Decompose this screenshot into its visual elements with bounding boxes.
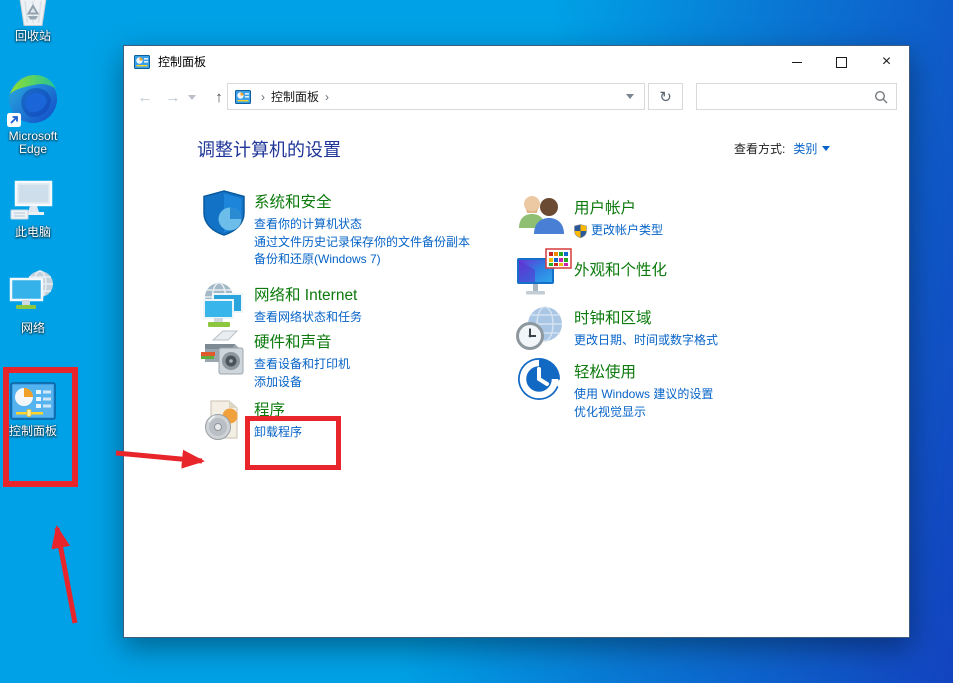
category-appearance-personalization: 外观和个性化 — [574, 261, 874, 280]
category-ease-of-access: 轻松使用 使用 Windows 建议的设置 优化视觉显示 — [574, 363, 874, 421]
recycle-bin-icon — [13, 0, 53, 27]
search-icon[interactable] — [874, 90, 888, 104]
desktop-icon-network[interactable]: 网络 — [1, 269, 65, 335]
category-title-network-internet[interactable]: 网络和 Internet — [254, 286, 554, 305]
title-bar[interactable]: 控制面板 × — [124, 46, 909, 78]
view-by-dropdown[interactable]: 类别 — [793, 140, 830, 157]
edge-icon — [7, 73, 59, 127]
control-panel-icon — [10, 382, 56, 422]
desktop-icon-label: 此电脑 — [15, 226, 51, 239]
view-by-value[interactable]: 类别 — [793, 140, 817, 157]
link-uninstall-program[interactable]: 卸载程序 — [254, 424, 554, 442]
task-link[interactable]: 更改日期、时间或数字格式 — [574, 332, 874, 350]
breadcrumb-control-panel-icon — [235, 89, 251, 105]
breadcrumb-separator: › — [261, 90, 265, 104]
category-title-system-security[interactable]: 系统和安全 — [254, 193, 554, 212]
task-link[interactable]: 查看网络状态和任务 — [254, 309, 554, 327]
navigation-bar: ← → ↑ › 控制面板 › ↻ — [124, 78, 909, 117]
task-link[interactable]: 查看设备和打印机 — [254, 356, 554, 374]
breadcrumb-root[interactable]: 控制面板 — [271, 88, 319, 105]
control-panel-window-icon — [134, 54, 150, 70]
network-icon — [9, 269, 57, 319]
window-title: 控制面板 — [158, 46, 206, 78]
desktop-icon-this-pc[interactable]: 此电脑 — [1, 179, 65, 239]
address-bar[interactable]: › 控制面板 › — [227, 83, 645, 110]
category-title-clock-region[interactable]: 时钟和区域 — [574, 309, 874, 328]
control-panel-window: 控制面板 × ← → ↑ › 控制面板 › ↻ — [123, 45, 910, 638]
category-hardware-sound: 硬件和声音 查看设备和打印机 添加设备 — [254, 333, 554, 391]
desktop-icon-label: 网络 — [21, 322, 45, 335]
programs-icon — [199, 396, 249, 446]
address-dropdown-chevron-icon[interactable] — [626, 94, 634, 99]
appearance-personalization-icon — [516, 248, 572, 300]
arrow-to-control-panel-icon — [57, 528, 75, 623]
search-input[interactable] — [697, 90, 874, 104]
desktop-icon-recycle-bin[interactable]: 回收站 — [1, 0, 65, 43]
category-user-accounts: 用户帐户 更改帐户类型 — [574, 199, 874, 240]
task-link[interactable]: 添加设备 — [254, 374, 554, 392]
category-network-internet: 网络和 Internet 查看网络状态和任务 — [254, 286, 554, 327]
caret-down-icon — [822, 146, 830, 151]
category-title-user-accounts[interactable]: 用户帐户 — [574, 199, 874, 218]
desktop-icon-label: 回收站 — [15, 30, 51, 43]
uac-shield-icon — [574, 224, 587, 238]
desktop-icon-label: Microsoft Edge — [1, 130, 65, 156]
user-accounts-icon — [516, 190, 566, 240]
view-by-label: 查看方式: — [734, 140, 785, 157]
category-title-hardware-sound[interactable]: 硬件和声音 — [254, 333, 554, 352]
minimize-button[interactable] — [774, 46, 819, 78]
category-title-programs[interactable]: 程序 — [254, 401, 554, 420]
task-link[interactable]: 使用 Windows 建议的设置 — [574, 386, 874, 404]
this-pc-icon — [10, 179, 56, 223]
category-clock-region: 时钟和区域 更改日期、时间或数字格式 — [574, 309, 874, 350]
desktop-icon-label: 控制面板 — [9, 425, 57, 438]
back-icon[interactable]: ← — [132, 78, 158, 116]
hardware-sound-icon — [199, 328, 249, 378]
ease-of-access-icon — [516, 356, 562, 402]
search-box — [696, 83, 897, 110]
page-title: 调整计算机的设置 — [197, 136, 341, 162]
task-link[interactable]: 查看你的计算机状态 — [254, 216, 554, 234]
security-shield-icon — [199, 188, 249, 238]
task-link[interactable]: 优化视觉显示 — [574, 404, 874, 422]
clock-region-icon — [516, 303, 566, 353]
recent-pages-chevron-icon[interactable] — [188, 95, 196, 100]
task-link[interactable]: 备份和还原(Windows 7) — [254, 251, 554, 269]
task-link[interactable]: 通过文件历史记录保存你的文件备份副本 — [254, 234, 554, 252]
category-title-appearance-personalization[interactable]: 外观和个性化 — [574, 261, 874, 280]
category-title-ease-of-access[interactable]: 轻松使用 — [574, 363, 874, 382]
maximize-button[interactable] — [819, 46, 864, 78]
refresh-button[interactable]: ↻ — [648, 83, 683, 110]
network-internet-icon — [199, 281, 249, 331]
maximize-icon — [836, 57, 847, 68]
category-system-security: 系统和安全 查看你的计算机状态 通过文件历史记录保存你的文件备份副本 备份和还原… — [254, 193, 554, 269]
desktop-icon-control-panel[interactable]: 控制面板 — [1, 382, 65, 438]
forward-icon[interactable]: → — [160, 78, 186, 116]
task-link-label: 更改帐户类型 — [591, 222, 663, 240]
desktop-icon-edge[interactable]: Microsoft Edge — [1, 73, 65, 156]
link-change-account-type[interactable]: 更改帐户类型 — [574, 222, 874, 240]
close-button[interactable]: × — [864, 46, 909, 78]
minimize-icon — [792, 62, 802, 63]
category-programs: 程序 卸载程序 — [254, 401, 554, 442]
breadcrumb-separator[interactable]: › — [325, 90, 329, 104]
